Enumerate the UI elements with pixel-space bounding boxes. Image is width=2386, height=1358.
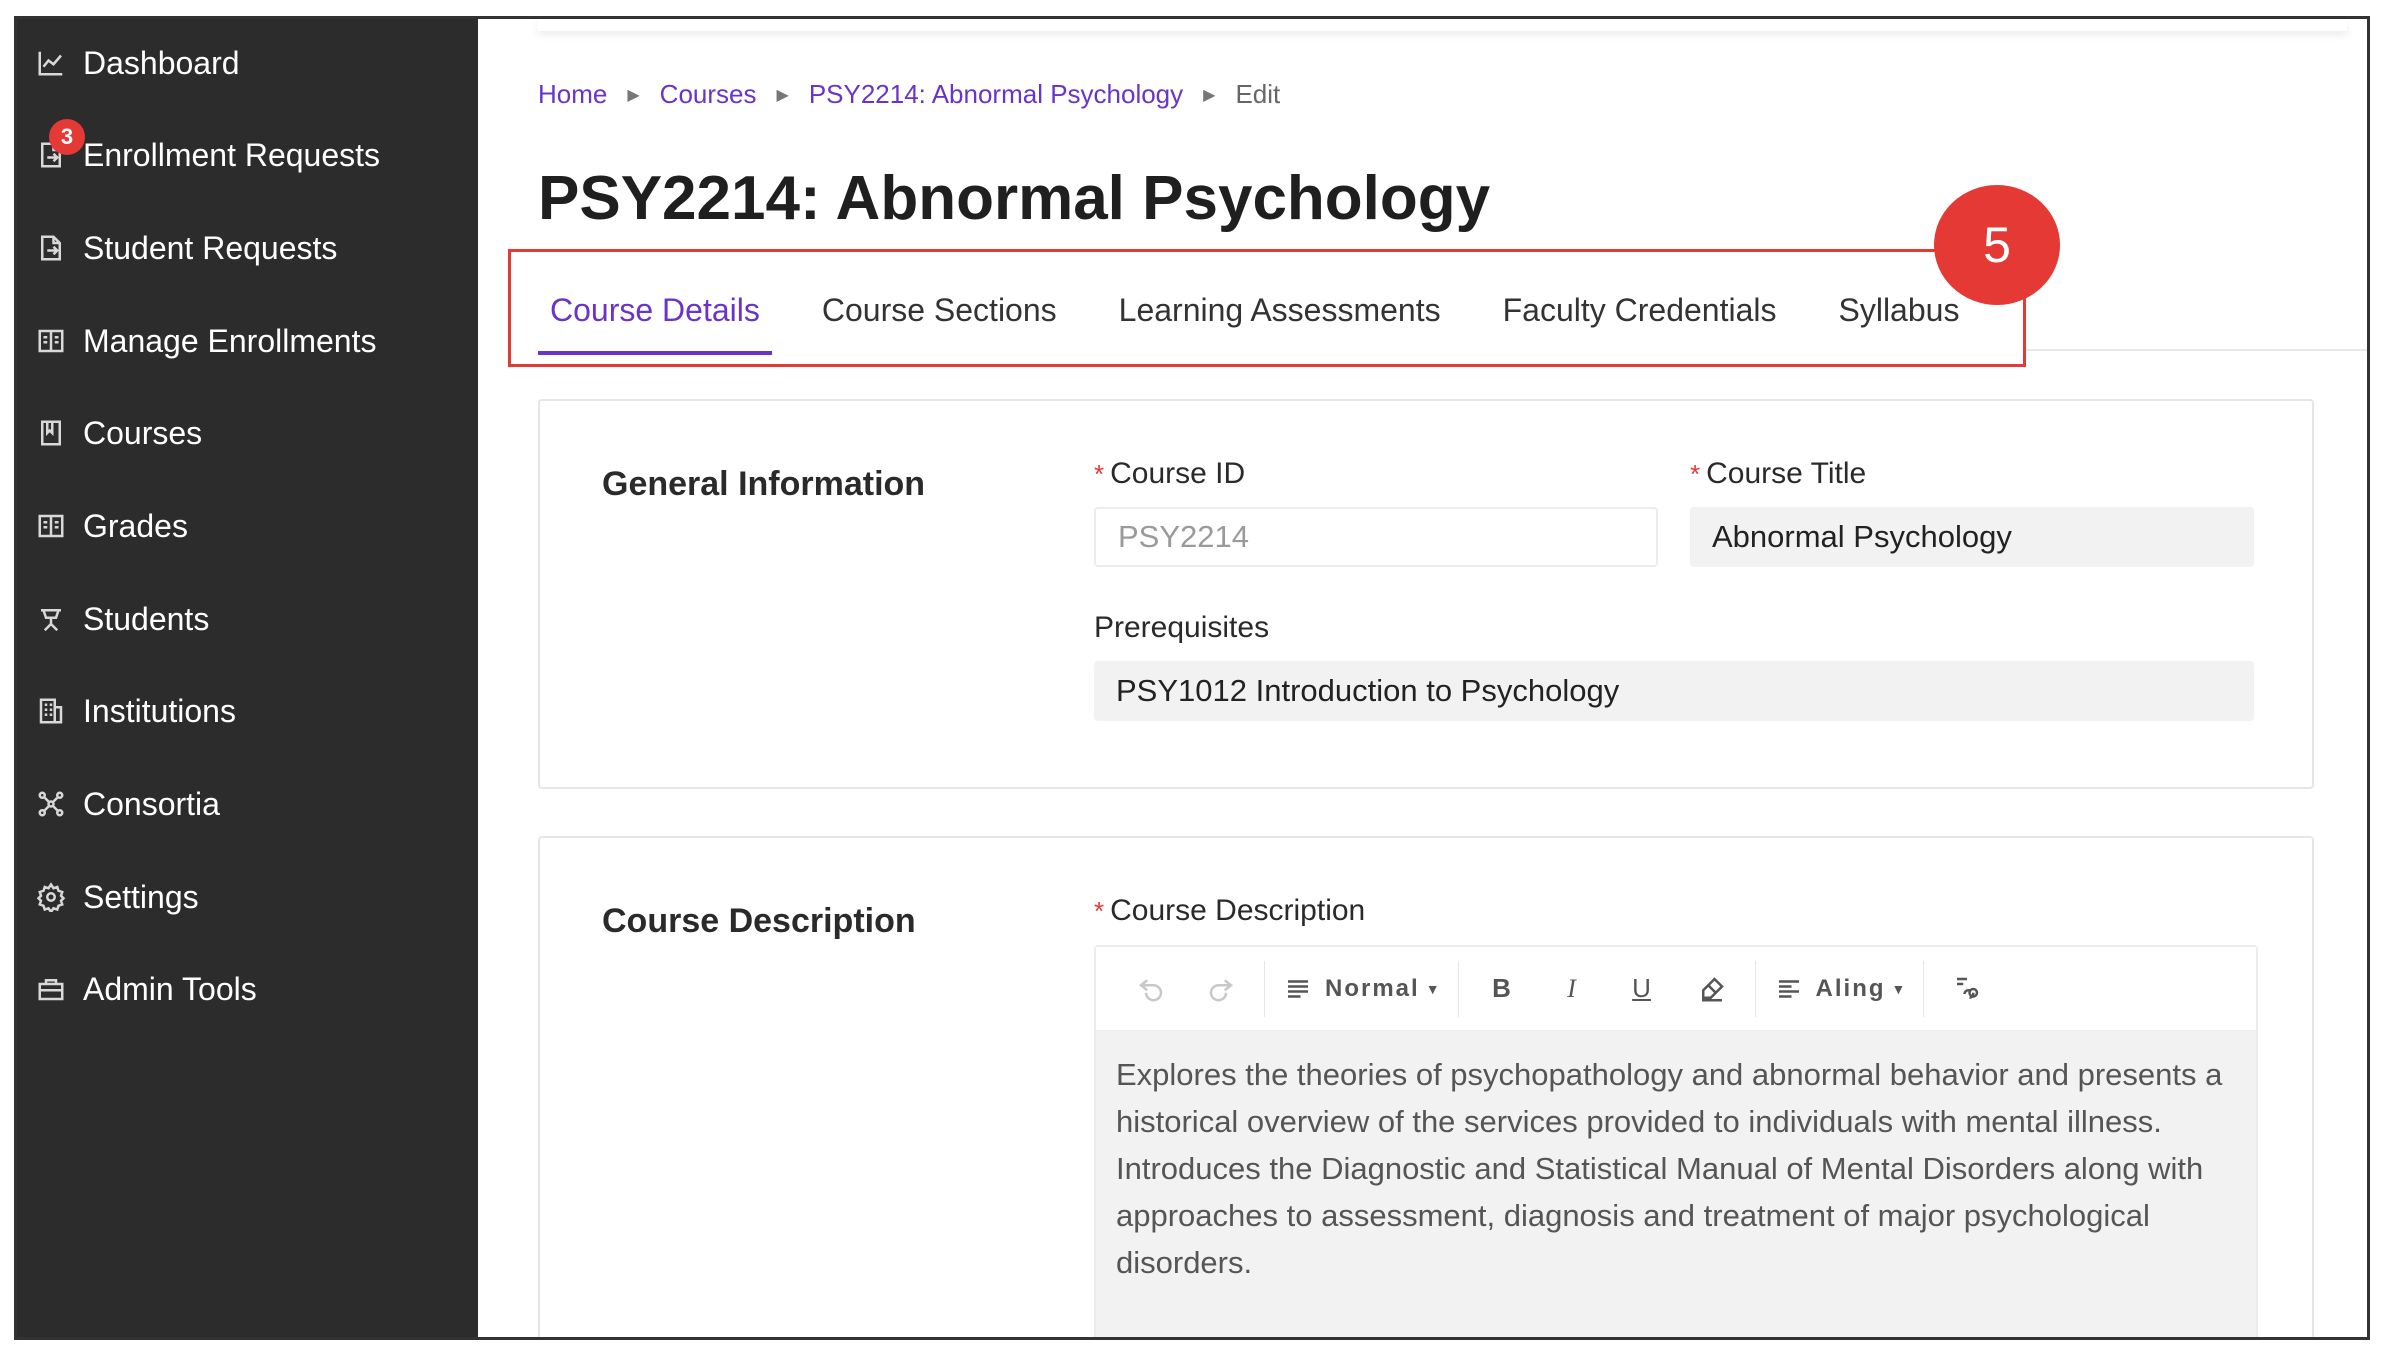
toolbox-icon — [35, 973, 67, 1005]
align-dropdown[interactable]: Aling ▼ — [1774, 964, 1906, 1014]
course-description-card: Course Description * Course Description N… — [538, 836, 2314, 1337]
required-mark: * — [1094, 896, 1105, 926]
tab-syllabus[interactable]: Syllabus — [1826, 285, 1971, 359]
toolbar-divider — [1264, 960, 1265, 1017]
page-title: PSY2214: Abnormal Psychology — [538, 164, 1491, 233]
sidebar-item-admin-tools[interactable]: Admin Tools — [17, 959, 478, 1019]
breadcrumb-course[interactable]: PSY2214: Abnormal Psychology — [809, 79, 1183, 110]
sidebar-item-manage-enrollments[interactable]: Manage Enrollments — [17, 311, 478, 371]
tab-learning-assessments[interactable]: Learning Assessments — [1107, 285, 1453, 359]
breadcrumb-home[interactable]: Home — [538, 79, 607, 110]
sidebar-item-enrollment-requests[interactable]: 3 Enrollment Requests — [17, 119, 478, 185]
italic-button[interactable]: I — [1547, 964, 1597, 1014]
chart-line-icon — [35, 47, 67, 79]
section-title: General Information — [602, 465, 926, 503]
sidebar-item-label: Institutions — [83, 692, 236, 729]
toolbar-divider — [1923, 960, 1925, 1017]
align-left-icon — [1778, 979, 1799, 998]
chevron-down-icon: ▼ — [1891, 980, 1906, 997]
prerequisites-input[interactable]: PSY1012 Introduction to Psychology — [1094, 661, 2254, 721]
enrollments-icon — [35, 325, 67, 357]
sidebar-item-label: Students — [83, 600, 210, 637]
sidebar-item-student-requests[interactable]: Student Requests — [17, 218, 478, 278]
breadcrumb-current: Edit — [1235, 79, 1281, 109]
notification-badge: 3 — [49, 119, 85, 155]
sidebar-item-courses[interactable]: Courses — [17, 403, 478, 463]
toolbar-divider — [1457, 960, 1459, 1017]
breadcrumb-separator-icon: ▶ — [627, 86, 640, 104]
sidebar-item-label: Dashboard — [83, 44, 240, 81]
course-description-label: * Course Description — [1094, 894, 1366, 927]
building-icon — [35, 695, 67, 727]
sidebar-item-label: Enrollment Requests — [83, 136, 381, 173]
tab-bar: Course Details Course Sections Learning … — [538, 285, 2009, 359]
breadcrumb-separator-icon: ▶ — [776, 86, 789, 104]
sidebar-item-students[interactable]: Students — [17, 589, 478, 649]
breadcrumb: Home ▶ Courses ▶ PSY2214: Abnormal Psych… — [538, 79, 1280, 110]
tab-faculty-credentials[interactable]: Faculty Credentials — [1491, 285, 1789, 359]
sidebar-item-label: Manage Enrollments — [83, 322, 377, 359]
chevron-down-icon: ▼ — [1425, 980, 1440, 997]
sidebar-item-label: Settings — [83, 878, 199, 915]
sidebar-item-label: Courses — [83, 414, 203, 451]
sidebar: Dashboard 3 Enrollment Requests Student … — [17, 19, 478, 1337]
sidebar-item-grades[interactable]: Grades — [17, 496, 478, 556]
tab-course-sections[interactable]: Course Sections — [810, 285, 1069, 359]
sidebar-item-settings[interactable]: Settings — [17, 867, 478, 927]
undo-icon[interactable] — [1126, 964, 1176, 1014]
editor-toolbar: Normal ▼ B I U Aling ▼ — [1096, 947, 2256, 1031]
course-title-input[interactable]: Abnormal Psychology — [1690, 507, 2254, 567]
breadcrumb-separator-icon: ▶ — [1203, 86, 1216, 104]
toolbar-divider — [1754, 960, 1756, 1017]
request-icon — [35, 232, 67, 264]
grades-icon — [35, 510, 67, 542]
sidebar-item-dashboard[interactable]: Dashboard — [17, 33, 478, 93]
app-frame: Dashboard 3 Enrollment Requests Student … — [14, 16, 2370, 1340]
sidebar-item-institutions[interactable]: Institutions — [17, 681, 478, 741]
gear-icon — [35, 881, 67, 913]
network-icon — [35, 788, 67, 820]
request-icon: 3 — [35, 119, 85, 171]
top-bar — [538, 19, 2347, 31]
underline-button[interactable]: U — [1617, 964, 1667, 1014]
student-icon — [35, 603, 67, 635]
paragraph-style-dropdown[interactable]: Normal ▼ — [1283, 964, 1440, 1014]
main-content: Home ▶ Courses ▶ PSY2214: Abnormal Psych… — [478, 19, 2367, 1337]
link-icon[interactable] — [1942, 964, 1992, 1014]
tab-course-details[interactable]: Course Details — [538, 285, 772, 359]
breadcrumb-courses[interactable]: Courses — [660, 79, 757, 110]
course-id-input[interactable]: PSY2214 — [1094, 507, 1658, 567]
required-mark: * — [1094, 459, 1105, 489]
redo-icon[interactable] — [1196, 964, 1246, 1014]
text-lines-icon — [1288, 979, 1308, 998]
section-title: Course Description — [602, 902, 916, 940]
sidebar-item-label: Consortia — [83, 785, 220, 822]
course-id-label: * Course ID — [1094, 457, 1246, 490]
tabs-divider — [2026, 349, 2367, 351]
bold-button[interactable]: B — [1477, 964, 1527, 1014]
sidebar-item-label: Grades — [83, 507, 188, 544]
sidebar-item-consortia[interactable]: Consortia — [17, 774, 478, 834]
prerequisites-label: Prerequisites — [1094, 611, 1270, 644]
general-information-card: General Information * Course ID PSY2214 *… — [538, 399, 2314, 789]
clear-format-icon[interactable] — [1687, 964, 1737, 1014]
course-title-label: * Course Title — [1690, 457, 1867, 490]
sidebar-item-label: Admin Tools — [83, 970, 257, 1007]
book-icon — [35, 417, 67, 449]
required-mark: * — [1690, 459, 1701, 489]
course-description-textarea[interactable]: Explores the theories of psychopathology… — [1096, 1031, 2256, 1337]
sidebar-item-label: Student Requests — [83, 229, 338, 266]
rich-text-editor: Normal ▼ B I U Aling ▼ Explores the theo… — [1094, 945, 2258, 1337]
